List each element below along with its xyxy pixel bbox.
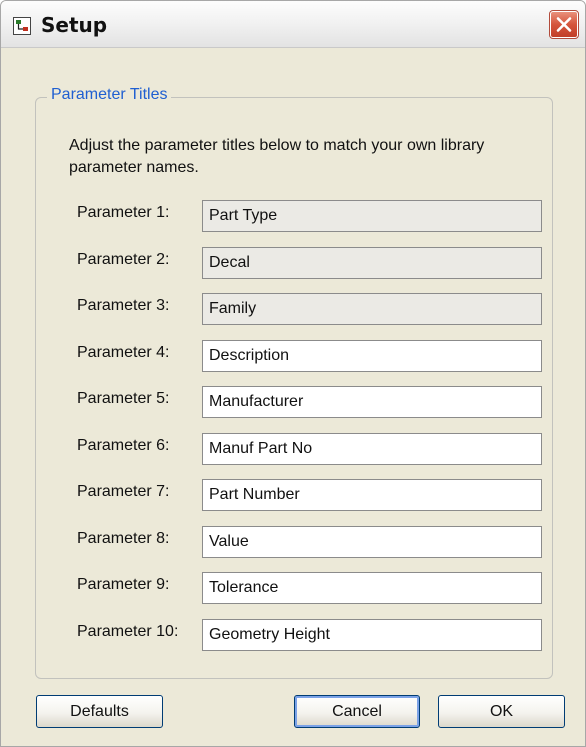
ok-button[interactable]: OK: [438, 695, 565, 728]
window-title: Setup: [41, 13, 108, 37]
setup-dialog: Setup Parameter Titles Adjust the parame…: [0, 0, 586, 747]
instructions-text: Adjust the parameter titles below to mat…: [69, 137, 485, 176]
close-x-icon: [556, 17, 572, 32]
parameter-5-field[interactable]: [202, 386, 542, 418]
parameter-5-label: Parameter 5:: [77, 390, 170, 407]
parameter-1-label: Parameter 1:: [77, 204, 170, 221]
parameter-4-label: Parameter 4:: [77, 344, 170, 361]
setup-app-icon: [13, 17, 31, 35]
close-button[interactable]: [549, 10, 579, 39]
parameter-7-label: Parameter 7:: [77, 483, 170, 500]
parameter-6-field[interactable]: [202, 433, 542, 465]
parameter-3-label: Parameter 3:: [77, 297, 170, 314]
parameter-8-label: Parameter 8:: [77, 530, 170, 547]
parameter-10-label: Parameter 10:: [77, 623, 179, 640]
parameter-4-field[interactable]: [202, 340, 542, 372]
parameter-6-label: Parameter 6:: [77, 437, 170, 454]
parameter-8-field[interactable]: [202, 526, 542, 558]
parameter-7-field[interactable]: [202, 479, 542, 511]
parameter-2-field[interactable]: [202, 247, 542, 279]
title-bar[interactable]: Setup: [1, 1, 585, 48]
cancel-button[interactable]: Cancel: [294, 695, 420, 728]
defaults-button[interactable]: Defaults: [36, 695, 163, 728]
parameter-10-field[interactable]: [202, 619, 542, 651]
group-label: Parameter Titles: [47, 86, 172, 104]
parameter-3-field[interactable]: [202, 293, 542, 325]
parameter-9-field[interactable]: [202, 572, 542, 604]
parameter-1-field[interactable]: [202, 200, 542, 232]
parameter-2-label: Parameter 2:: [77, 251, 170, 268]
parameter-9-label: Parameter 9:: [77, 576, 170, 593]
